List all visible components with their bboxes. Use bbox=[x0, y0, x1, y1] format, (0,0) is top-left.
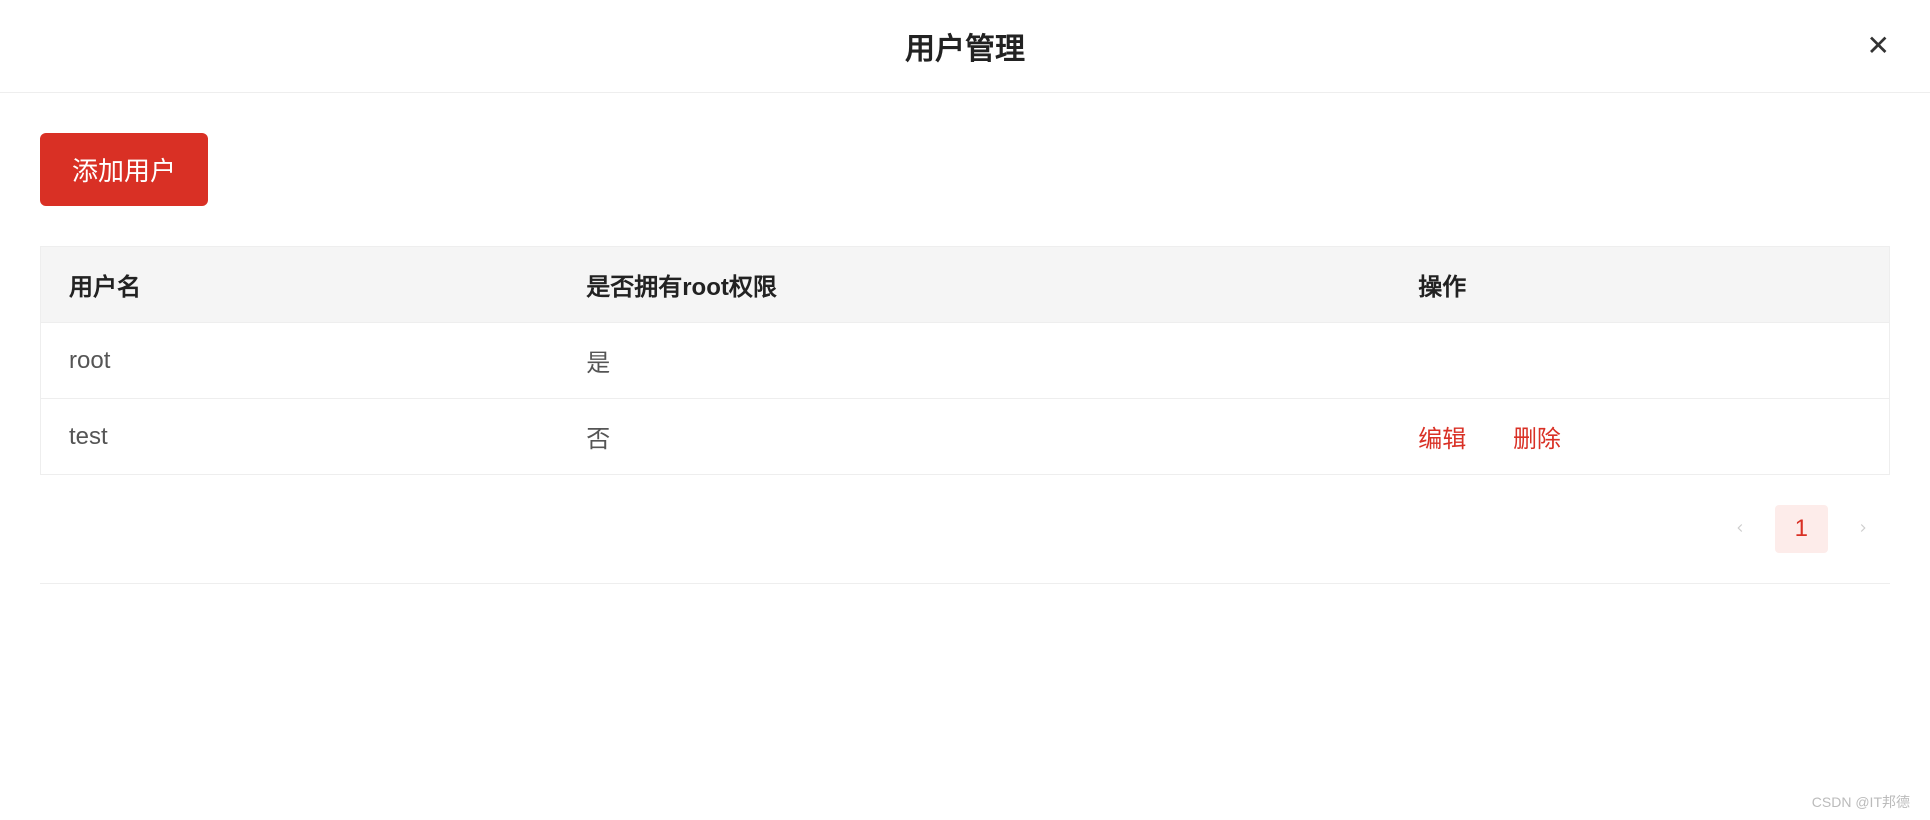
cell-username: test bbox=[41, 399, 559, 475]
pagination-prev-icon[interactable] bbox=[1721, 510, 1759, 549]
pagination-next-icon[interactable] bbox=[1844, 510, 1882, 549]
pagination-page-1[interactable]: 1 bbox=[1775, 505, 1828, 553]
add-user-button[interactable]: 添加用户 bbox=[40, 133, 208, 206]
cell-actions: 编辑 删除 bbox=[1390, 399, 1889, 475]
user-table: 用户名 是否拥有root权限 操作 root 是 test 否 编辑 删除 bbox=[40, 246, 1890, 475]
edit-button[interactable]: 编辑 bbox=[1418, 426, 1466, 453]
cell-has-root: 否 bbox=[558, 399, 1390, 475]
close-icon[interactable]: ✕ bbox=[1867, 32, 1890, 60]
table-header-row: 用户名 是否拥有root权限 操作 bbox=[41, 247, 1890, 323]
modal-body: 添加用户 用户名 是否拥有root权限 操作 root 是 test 否 bbox=[0, 93, 1930, 624]
column-header-username: 用户名 bbox=[41, 247, 559, 323]
user-management-modal: 用户管理 ✕ 添加用户 用户名 是否拥有root权限 操作 root 是 tes… bbox=[0, 0, 1930, 624]
cell-actions bbox=[1390, 323, 1889, 399]
cell-username: root bbox=[41, 323, 559, 399]
cell-has-root: 是 bbox=[558, 323, 1390, 399]
column-header-action: 操作 bbox=[1390, 247, 1889, 323]
table-row: test 否 编辑 删除 bbox=[41, 399, 1890, 475]
modal-title: 用户管理 bbox=[40, 24, 1890, 68]
modal-header: 用户管理 ✕ bbox=[0, 0, 1930, 93]
table-row: root 是 bbox=[41, 323, 1890, 399]
delete-button[interactable]: 删除 bbox=[1513, 426, 1561, 453]
watermark: CSDN @IT邦德 bbox=[1812, 792, 1910, 812]
column-header-root: 是否拥有root权限 bbox=[558, 247, 1390, 323]
divider bbox=[40, 583, 1890, 584]
pagination: 1 bbox=[40, 505, 1890, 553]
